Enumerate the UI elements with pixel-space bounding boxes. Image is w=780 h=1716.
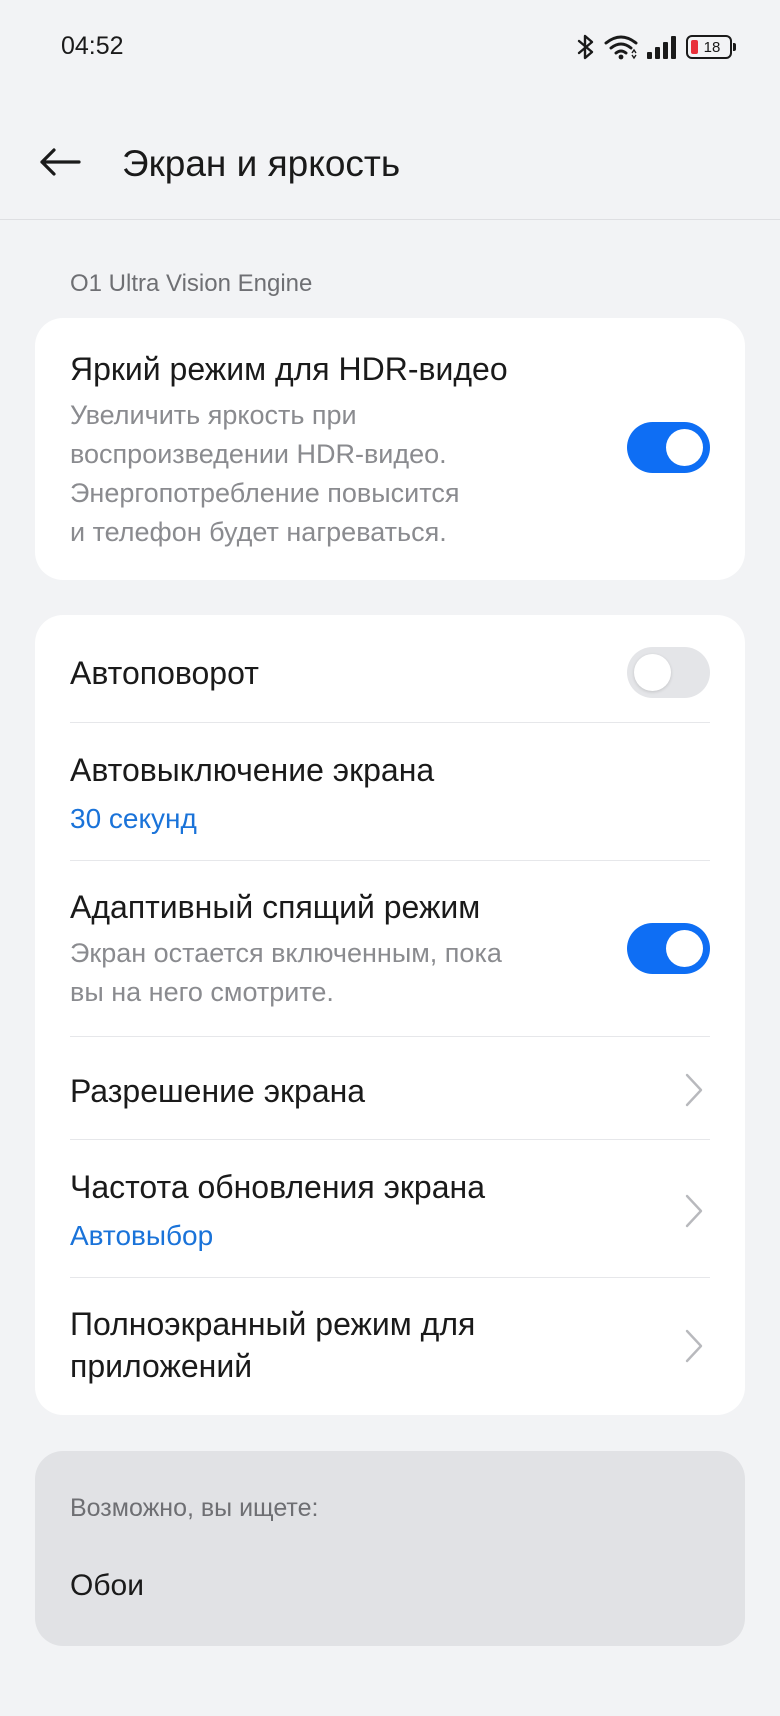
auto-rotate-title: Автоповорот <box>70 655 259 691</box>
divider <box>70 722 710 723</box>
display-settings-card: Автоповорот Автовыключение экрана 30 сек… <box>35 615 745 1415</box>
hdr-settings-card: Яркий режим для HDR-видео Увеличить ярко… <box>35 318 745 580</box>
bluetooth-icon <box>576 33 596 61</box>
screen-resolution-title: Разрешение экрана <box>70 1073 366 1109</box>
divider <box>70 860 710 861</box>
hdr-desc-line: Энергопотребление повысится <box>70 478 460 508</box>
battery-fill <box>691 40 698 54</box>
hdr-bright-mode-description: Увеличить яркость при воспроизведении HD… <box>70 396 710 552</box>
screen-timeout-value: 30 секунд <box>70 803 197 834</box>
adaptive-desc-line: вы на него смотрите. <box>70 977 334 1007</box>
adaptive-sleep-description: Экран остается включенным, пока вы на не… <box>70 934 710 1012</box>
adaptive-sleep-toggle[interactable] <box>627 923 710 974</box>
hdr-bright-mode-title: Яркий режим для HDR-видео <box>70 351 508 387</box>
divider <box>70 1277 710 1278</box>
auto-rotate-toggle[interactable] <box>627 647 710 698</box>
fullscreen-title-line: приложений <box>70 1348 253 1384</box>
status-icons: 18 <box>576 30 736 64</box>
toggle-knob <box>666 930 703 967</box>
status-time: 04:52 <box>61 32 124 60</box>
chevron-right-icon <box>685 1073 703 1107</box>
fullscreen-apps-title: Полноэкранный режим для приложений <box>70 1303 710 1387</box>
chevron-right-icon <box>685 1194 703 1228</box>
app-bar: Экран и яркость <box>0 96 780 220</box>
wifi-icon <box>604 33 638 61</box>
adaptive-sleep-title: Адаптивный спящий режим <box>70 889 481 925</box>
page-title: Экран и яркость <box>122 143 401 184</box>
fullscreen-apps-row[interactable]: Полноэкранный режим для приложений <box>70 1303 710 1387</box>
signal-icon <box>646 34 678 60</box>
suggestions-card: Возможно, вы ищете: Обои <box>35 1451 745 1646</box>
back-arrow-icon <box>40 148 81 176</box>
refresh-rate-row[interactable]: Частота обновления экрана Автовыбор <box>70 1166 710 1256</box>
battery-icon: 18 <box>686 35 736 59</box>
auto-rotate-row[interactable]: Автоповорот <box>70 652 710 694</box>
screen-timeout-row[interactable]: Автовыключение экрана 30 секунд <box>70 749 710 839</box>
divider <box>70 1036 710 1037</box>
suggestions-header: Возможно, вы ищете: <box>70 1494 319 1522</box>
screen-resolution-row[interactable]: Разрешение экрана <box>70 1070 710 1112</box>
hdr-desc-line: Увеличить яркость при <box>70 400 357 430</box>
hdr-desc-line: и телефон будет нагреваться. <box>70 517 447 547</box>
suggestion-wallpaper-link[interactable]: Обои <box>70 1569 144 1603</box>
adaptive-sleep-row[interactable]: Адаптивный спящий режим Экран остается в… <box>70 886 710 1012</box>
screen-timeout-title: Автовыключение экрана <box>70 752 435 788</box>
refresh-rate-title: Частота обновления экрана <box>70 1169 485 1205</box>
toggle-knob <box>634 654 671 691</box>
back-button[interactable] <box>30 132 90 192</box>
hdr-bright-mode-toggle[interactable] <box>627 422 710 473</box>
toggle-knob <box>666 429 703 466</box>
battery-level: 18 <box>703 38 721 56</box>
adaptive-desc-line: Экран остается включенным, пока <box>70 938 502 968</box>
hdr-desc-line: воспроизведении HDR-видео. <box>70 439 447 469</box>
section-header-vision-engine: O1 Ultra Vision Engine <box>70 270 313 297</box>
hdr-bright-mode-row[interactable]: Яркий режим для HDR-видео Увеличить ярко… <box>70 348 710 552</box>
fullscreen-title-line: Полноэкранный режим для <box>70 1306 476 1342</box>
status-bar: 04:52 18 <box>0 0 780 96</box>
divider <box>70 1139 710 1140</box>
refresh-rate-value: Автовыбор <box>70 1220 214 1251</box>
chevron-right-icon <box>685 1329 703 1363</box>
